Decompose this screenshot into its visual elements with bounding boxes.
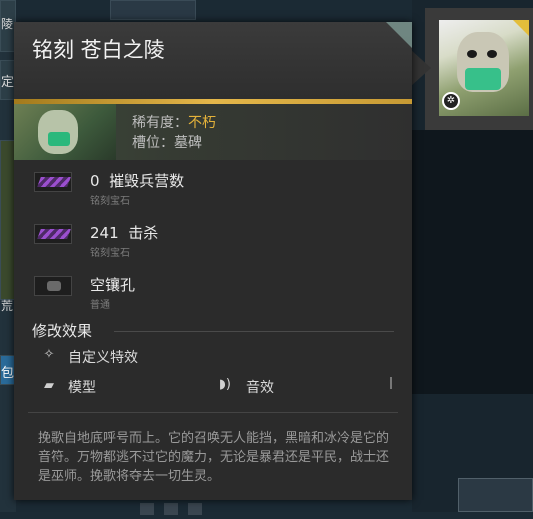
rarity-label: 稀有度： xyxy=(132,115,188,131)
model-bear-icon: ▰ xyxy=(44,378,54,393)
model-label: 模型 xyxy=(68,380,96,396)
gem-count: 0 xyxy=(90,172,100,190)
gem-name: 击杀 xyxy=(128,224,159,242)
slot-label: 槽位： xyxy=(132,135,174,151)
hero-portrait xyxy=(14,104,116,160)
divider xyxy=(28,412,398,413)
gem-name: 摧毁兵营数 xyxy=(109,172,185,190)
background-label: 包 xyxy=(1,366,15,381)
gem-row: 0 摧毁兵营数 铭刻宝石 xyxy=(14,168,412,212)
background-label: 荒 xyxy=(1,299,14,313)
background-tile[interactable] xyxy=(110,0,196,20)
tooltip-header: 铭刻 苍白之陵 xyxy=(14,22,412,99)
gear-badge-icon: ✲ xyxy=(442,92,460,110)
item-description: 挽歌自地底呼号而上。它的召唤无人能挡，黑暗和冰冷是它的音符。万物都逃不过它的魔力… xyxy=(38,431,390,484)
background-tile[interactable] xyxy=(458,478,533,512)
tooltip-pointer xyxy=(411,50,431,86)
item-tooltip: 铭刻 苍白之陵 稀有度：不朽 槽位：墓碑 0 摧毁兵营数 铭刻宝石 241 击杀… xyxy=(14,22,412,500)
gem-count: 241 xyxy=(90,224,119,242)
gem-text: 0 摧毁兵营数 xyxy=(90,170,184,191)
gem-type: 铭刻宝石 xyxy=(90,196,130,207)
gem-row: 空镶孔 普通 xyxy=(14,272,412,316)
rarity-line: 稀有度：不朽 xyxy=(132,112,216,132)
magic-wand-icon: ✧ xyxy=(43,347,55,362)
rarity-value: 不朽 xyxy=(188,115,216,131)
background-right-dark xyxy=(412,130,533,394)
item-title: 铭刻 苍白之陵 xyxy=(32,38,165,62)
gem-type: 铭刻宝石 xyxy=(90,248,130,259)
background-label: 陵 xyxy=(1,17,14,31)
empty-socket-icon xyxy=(34,276,72,296)
rarity-corner-icon xyxy=(513,20,529,36)
sound-label: 音效 xyxy=(246,380,274,396)
tooltip-corner-accent xyxy=(386,22,412,48)
sound-icon: ◗) xyxy=(219,377,231,392)
item-meta: 稀有度：不朽 槽位：墓碑 xyxy=(14,104,412,160)
slot-value: 墓碑 xyxy=(174,135,202,151)
slot-line: 槽位：墓碑 xyxy=(132,132,202,152)
gem-text: 241 击杀 xyxy=(90,222,158,243)
custom-effect-label: 自定义特效 xyxy=(68,350,138,366)
background-label: 定 xyxy=(1,75,15,90)
gem-type: 普通 xyxy=(90,300,110,311)
inscribed-gem-icon xyxy=(34,224,72,244)
background-bottom-icons xyxy=(140,500,230,515)
inscribed-gem-icon xyxy=(34,172,72,192)
modifiers-title: 修改效果 xyxy=(32,322,93,340)
divider xyxy=(114,331,394,332)
modifier-separator xyxy=(390,377,392,389)
gem-name: 空镶孔 xyxy=(90,276,136,294)
gem-row: 241 击杀 铭刻宝石 xyxy=(14,220,412,264)
gem-text: 空镶孔 xyxy=(90,274,135,295)
